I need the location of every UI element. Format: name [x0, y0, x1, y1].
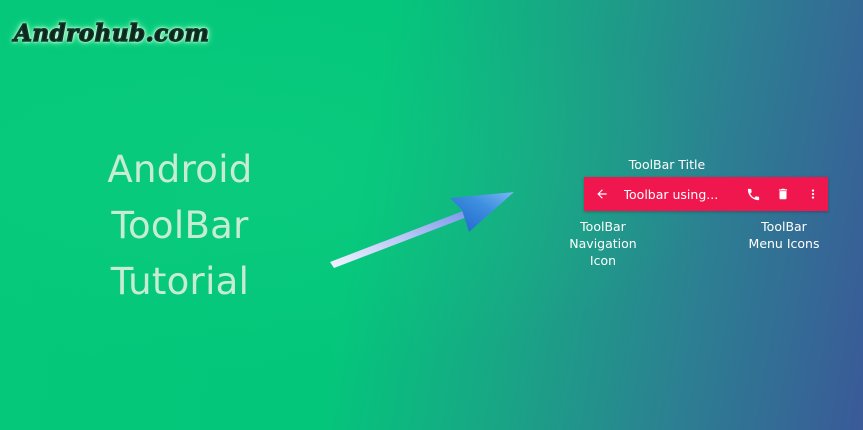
menu-annotation-line-2: Menu Icons: [748, 236, 820, 251]
phone-icon: [747, 188, 759, 200]
more-vert-icon: [811, 189, 815, 199]
toolbar-title-annotation: ToolBar Title: [628, 157, 706, 172]
nav-annotation-line-2: Navigation: [569, 236, 637, 251]
menu-icons-annotation: ToolBar Menu Icons: [738, 218, 830, 252]
banner-canvas: Androhub.com Android ToolBar Tutorial To…: [0, 0, 863, 430]
nav-annotation-line-1: ToolBar: [580, 219, 626, 234]
app-toolbar: Toolbar using...: [584, 177, 828, 211]
toolbar-navigation-button[interactable]: [584, 177, 620, 211]
nav-annotation-line-3: Icon: [589, 253, 617, 268]
heading-line-3: Tutorial: [110, 260, 250, 303]
navigation-icon-annotation: ToolBar Navigation Icon: [560, 218, 646, 269]
arrow-back-icon: [597, 189, 607, 199]
phone-button[interactable]: [738, 177, 768, 211]
menu-annotation-line-1: ToolBar: [761, 219, 807, 234]
site-logo: Androhub.com: [13, 19, 210, 47]
delete-icon: [778, 188, 788, 200]
tutorial-heading: Android ToolBar Tutorial: [90, 142, 270, 310]
pointer-arrow-icon: [330, 192, 514, 268]
heading-line-2: ToolBar: [111, 204, 249, 247]
overflow-menu-button[interactable]: [798, 177, 828, 211]
heading-line-1: Android: [107, 148, 253, 191]
logo-text: Androhub.com: [13, 19, 210, 47]
toolbar-menu-icons: [738, 177, 828, 211]
delete-button[interactable]: [768, 177, 798, 211]
toolbar-title: Toolbar using...: [623, 186, 719, 202]
